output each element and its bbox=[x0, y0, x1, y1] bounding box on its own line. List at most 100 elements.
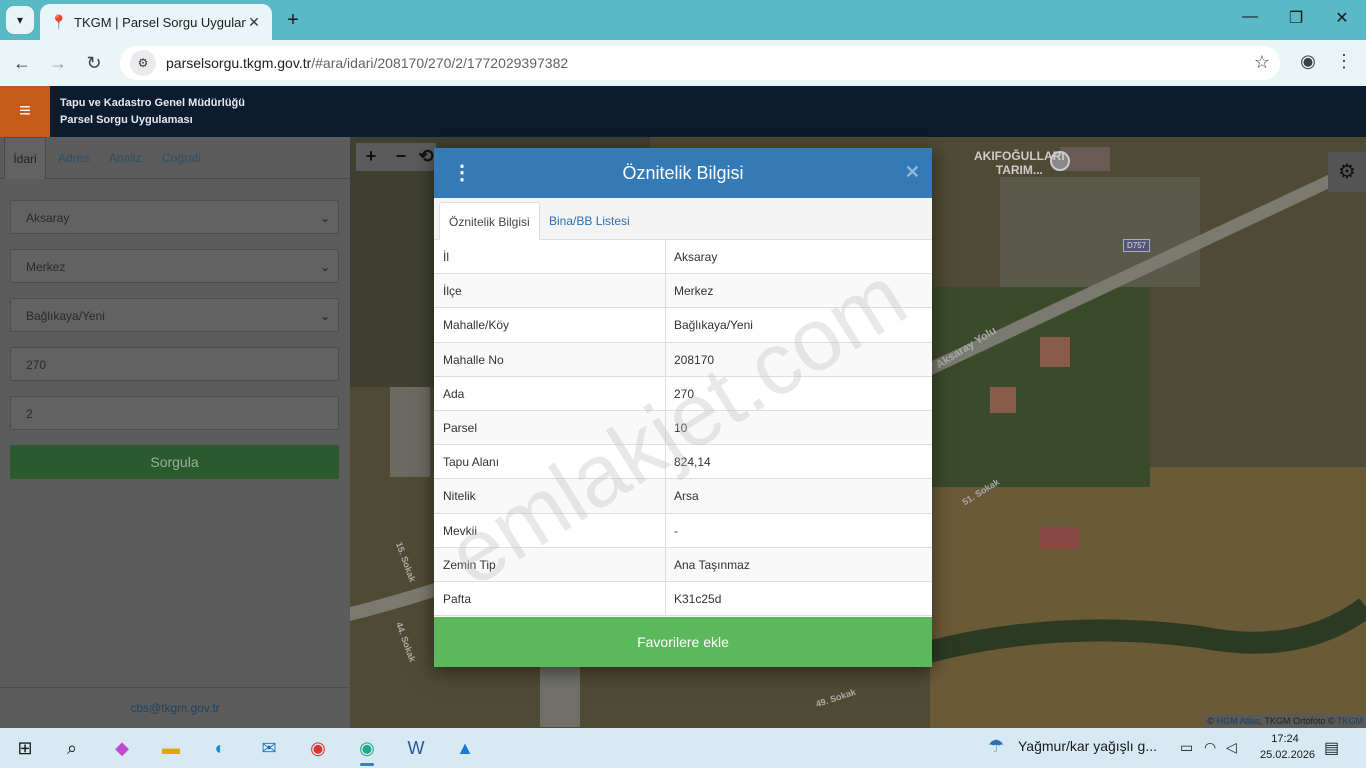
notification-icon[interactable]: ▤ bbox=[1324, 738, 1339, 758]
attribute-table: İl Aksaray İlçe Merkez Mahalle/Köy Bağlıkaya/… bbox=[434, 240, 932, 617]
attribute-key: Tapu Alanı bbox=[443, 455, 500, 470]
attribute-value: - bbox=[674, 523, 678, 538]
column-divider bbox=[665, 308, 666, 342]
app-title-line2: Parsel Sorgu Uygulaması bbox=[60, 114, 193, 126]
attribute-value: Bağlıkaya/Yeni bbox=[674, 318, 753, 333]
weather-icon[interactable]: ☂ bbox=[988, 736, 1004, 757]
hamburger-menu-icon[interactable]: ≡ bbox=[0, 86, 50, 137]
attribute-value: Aksaray bbox=[674, 250, 718, 264]
table-row: İl Aksaray bbox=[434, 240, 932, 275]
tab-bina-listesi[interactable]: Bina/BB Listesi bbox=[540, 202, 639, 240]
restore-button[interactable]: ❐ bbox=[1284, 8, 1308, 28]
column-divider bbox=[665, 342, 666, 376]
clock-time: 17:24 bbox=[1271, 733, 1299, 745]
tab-search-dropdown-button[interactable]: ▾ bbox=[6, 6, 34, 34]
edge-browser-icon[interactable]: ◐ bbox=[205, 734, 235, 762]
minimize-button[interactable]: — bbox=[1238, 8, 1262, 26]
add-favorite-button[interactable]: Favorilere ekle bbox=[434, 617, 932, 667]
column-divider bbox=[665, 445, 666, 479]
reload-button[interactable]: ↻ bbox=[82, 51, 106, 75]
modal-close-icon[interactable]: ✕ bbox=[905, 162, 920, 183]
back-button[interactable]: ← bbox=[10, 51, 34, 75]
table-row: Pafta K31c25d bbox=[434, 581, 932, 617]
modal-menu-icon[interactable]: ⋮ bbox=[452, 160, 472, 186]
forward-button[interactable]: → bbox=[46, 51, 70, 75]
modal-tabs: Öznitelik Bilgisi Bina/BB Listesi bbox=[434, 198, 932, 240]
attribute-key: Mevkii bbox=[443, 523, 478, 538]
wifi-icon[interactable]: ◠ bbox=[1204, 739, 1216, 756]
browser-menu-icon[interactable]: ⋮ bbox=[1334, 51, 1354, 75]
browser-tab-strip: ▾ 📍 TKGM | Parsel Sorgu Uygulamas ✕ + — … bbox=[0, 0, 1366, 40]
battery-icon[interactable]: ▭ bbox=[1180, 739, 1193, 756]
url-text[interactable]: parselsorgu.tkgm.gov.tr/#ara/idari/20817… bbox=[166, 55, 568, 71]
chrome-icon[interactable]: ◉ bbox=[303, 734, 333, 762]
clock-date: 25.02.2026 bbox=[1260, 749, 1316, 761]
bookmark-star-icon[interactable]: ☆ bbox=[1254, 52, 1270, 73]
attribute-key: İlçe bbox=[443, 284, 462, 299]
address-bar[interactable]: ⚙ parselsorgu.tkgm.gov.tr/#ara/idari/208… bbox=[120, 46, 1280, 80]
attribute-value: Arsa bbox=[674, 489, 699, 504]
attribute-value: 270 bbox=[674, 386, 695, 401]
outlook-icon[interactable]: ✉ bbox=[254, 734, 284, 762]
column-divider bbox=[665, 410, 666, 445]
attribute-key: Ada bbox=[443, 386, 465, 401]
tab-oznitelik[interactable]: Öznitelik Bilgisi bbox=[439, 202, 540, 240]
app-title: Tapu ve Kadastro Genel Müdürlüğü Parsel … bbox=[60, 95, 245, 129]
table-row: Tapu Alanı 824,14 bbox=[434, 445, 932, 480]
modal-header: Öznitelik Bilgisi ⋮ ✕ bbox=[434, 148, 932, 198]
attribute-modal: Öznitelik Bilgisi ⋮ ✕ Öznitelik Bilgisi … bbox=[434, 148, 932, 667]
table-row: Zemin Tip Ana Taşınmaz bbox=[434, 547, 932, 582]
volume-mute-icon[interactable]: ◁ bbox=[1226, 739, 1237, 756]
attribute-value: 208170 bbox=[674, 352, 715, 367]
attribute-value: 824,14 bbox=[674, 455, 711, 470]
attribute-key: Zemin Tip bbox=[443, 557, 496, 572]
windows-start-icon[interactable]: ⊞ bbox=[10, 734, 40, 762]
windows-taskbar: ⊞ ⌕ ◆ ▬ ◐ ✉ ◉ ◉ W ▲ ☂ Yağmur/kar yağışlı… bbox=[0, 728, 1366, 768]
attribute-value: 10 bbox=[674, 420, 688, 435]
modal-title: Öznitelik Bilgisi bbox=[622, 163, 744, 183]
table-row: Mevkii - bbox=[434, 513, 932, 548]
word-icon[interactable]: W bbox=[401, 734, 431, 762]
attribute-value: Merkez bbox=[674, 284, 714, 299]
attribute-key: Nitelik bbox=[443, 489, 476, 504]
attribute-key: Pafta bbox=[443, 591, 472, 606]
site-info-icon[interactable]: ⚙ bbox=[130, 50, 156, 76]
attribute-key: İl bbox=[443, 250, 449, 264]
attribute-key: Mahalle/Köy bbox=[443, 318, 510, 333]
location-pin-icon: 📍 bbox=[50, 13, 68, 30]
table-row: Mahalle/Köy Bağlıkaya/Yeni bbox=[434, 308, 932, 343]
column-divider bbox=[665, 581, 666, 616]
photos-icon[interactable]: ▲ bbox=[450, 734, 480, 762]
column-divider bbox=[665, 376, 666, 410]
app-header: ≡ Tapu ve Kadastro Genel Müdürlüğü Parse… bbox=[0, 86, 1366, 137]
attribute-value: K31c25d bbox=[674, 591, 722, 606]
column-divider bbox=[665, 240, 666, 274]
table-row: Parsel 10 bbox=[434, 410, 932, 446]
new-tab-button[interactable]: + bbox=[282, 8, 304, 32]
column-divider bbox=[665, 274, 666, 308]
browser-tab-active[interactable]: 📍 TKGM | Parsel Sorgu Uygulamas ✕ bbox=[40, 4, 272, 40]
tab-title: TKGM | Parsel Sorgu Uygulamas bbox=[74, 14, 246, 30]
chrome-active-icon[interactable]: ◉ bbox=[352, 734, 382, 766]
url-host: parselsorgu.tkgm.gov.tr bbox=[166, 55, 312, 71]
search-icon[interactable]: ⌕ bbox=[57, 734, 87, 762]
file-explorer-icon[interactable]: ▬ bbox=[156, 734, 186, 762]
table-row: İlçe Merkez bbox=[434, 274, 932, 309]
column-divider bbox=[665, 513, 666, 547]
copilot-icon[interactable]: ◆ bbox=[107, 734, 137, 762]
table-row: Mahalle No 208170 bbox=[434, 342, 932, 377]
system-clock[interactable]: 17:24 25.02.2026 bbox=[1260, 731, 1316, 763]
column-divider bbox=[665, 479, 666, 513]
table-row: Nitelik Arsa bbox=[434, 479, 932, 514]
url-path: /#ara/idari/208170/270/2/1772029397382 bbox=[311, 55, 569, 71]
app-title-line1: Tapu ve Kadastro Genel Müdürlüğü bbox=[60, 97, 245, 109]
weather-text[interactable]: Yağmur/kar yağışlı g... bbox=[1018, 738, 1157, 754]
table-row: Ada 270 bbox=[434, 376, 932, 411]
attribute-key: Parsel bbox=[443, 420, 478, 435]
attribute-value: Ana Taşınmaz bbox=[674, 557, 750, 572]
column-divider bbox=[665, 547, 666, 581]
browser-toolbar: ← → ↻ ⚙ parselsorgu.tkgm.gov.tr/#ara/ida… bbox=[0, 40, 1366, 86]
close-window-button[interactable]: ✕ bbox=[1330, 8, 1354, 28]
profile-icon[interactable]: ◉ bbox=[1296, 51, 1320, 75]
tab-close-icon[interactable]: ✕ bbox=[246, 14, 262, 31]
